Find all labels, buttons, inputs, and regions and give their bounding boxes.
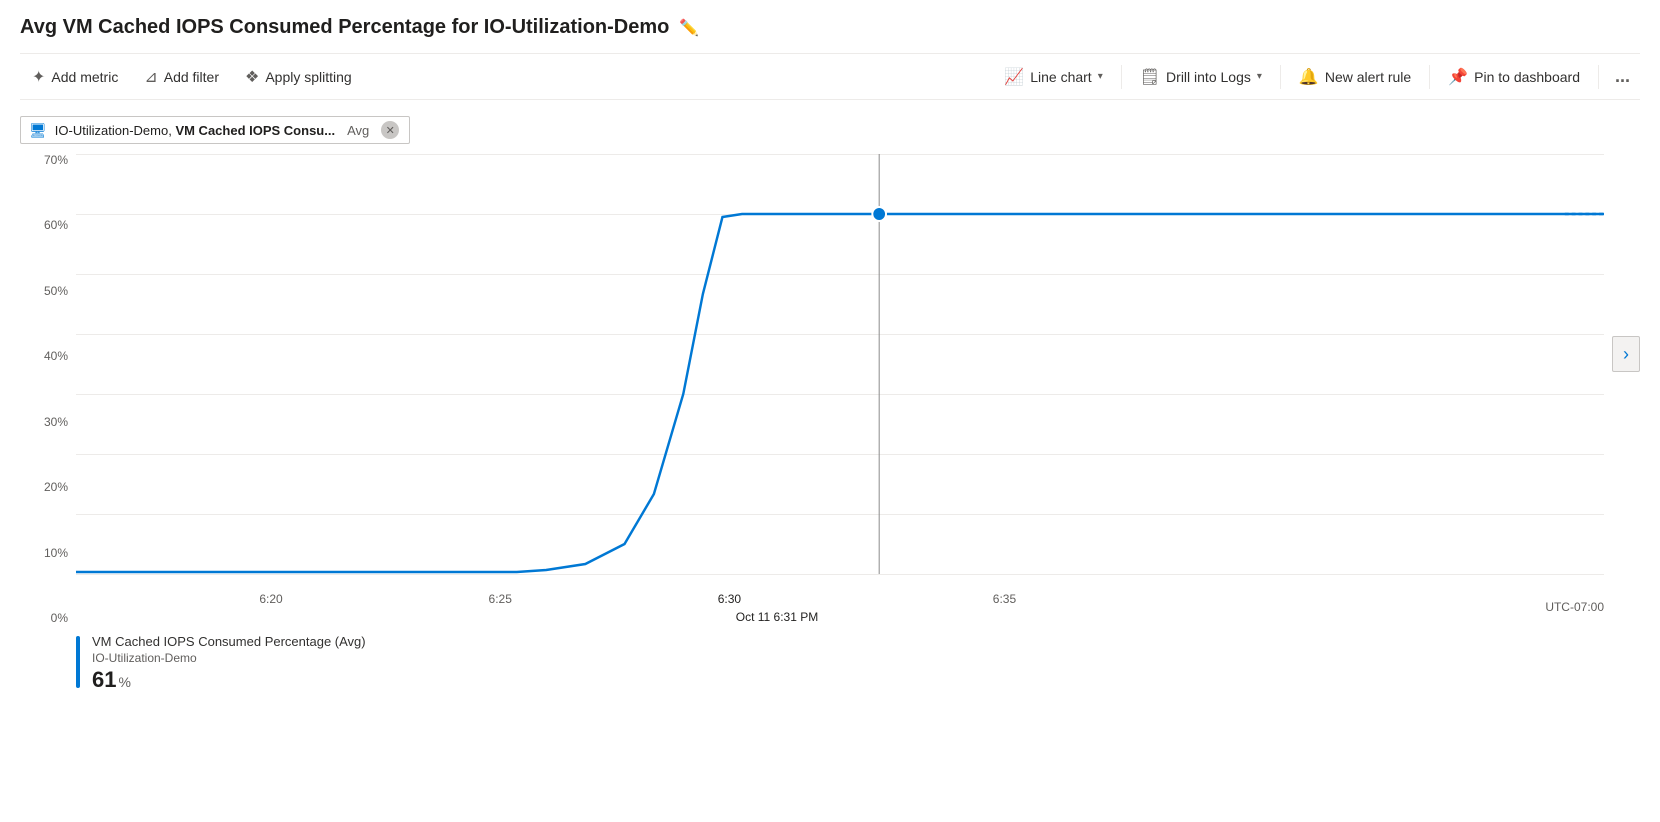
pin-to-dashboard-button[interactable]: 📌 Pin to dashboard bbox=[1436, 61, 1592, 93]
legend-value: 61 % bbox=[92, 667, 366, 693]
edit-title-icon[interactable]: ✏️ bbox=[679, 18, 699, 38]
pin-to-dashboard-icon: 📌 bbox=[1448, 67, 1468, 87]
drill-into-logs-icon: 🗒 bbox=[1140, 67, 1160, 87]
expand-icon: › bbox=[1623, 344, 1629, 365]
chart-svg bbox=[76, 154, 1604, 574]
line-chart-label: Line chart bbox=[1030, 69, 1091, 85]
separator-1 bbox=[1121, 65, 1122, 89]
metric-tags-row: 🖥 IO-Utilization-Demo, VM Cached IOPS Co… bbox=[20, 116, 1640, 144]
active-datetime-label: Oct 11 6:31 PM bbox=[736, 610, 818, 624]
x-label-620: 6:20 bbox=[259, 592, 282, 606]
x-label-635: 6:35 bbox=[993, 592, 1016, 606]
new-alert-rule-label: New alert rule bbox=[1325, 69, 1411, 85]
metric-tag-resource: IO-Utilization-Demo, VM Cached IOPS Cons… bbox=[55, 123, 335, 138]
apply-splitting-button[interactable]: ❖ Apply splitting bbox=[233, 61, 364, 93]
drill-logs-chevron: ▾ bbox=[1257, 71, 1262, 82]
chart-container: 70% 60% 50% 40% 30% 20% 10% 0% bbox=[20, 154, 1640, 624]
y-label-50: 50% bbox=[44, 285, 68, 297]
add-filter-icon: ⊿ bbox=[144, 67, 157, 87]
x-label-active: Oct 11 6:31 PM 6:30 bbox=[718, 592, 741, 606]
new-alert-rule-button[interactable]: 🔔 New alert rule bbox=[1287, 61, 1423, 93]
separator-2 bbox=[1280, 65, 1281, 89]
legend-value-unit: % bbox=[118, 674, 130, 690]
y-label-0: 0% bbox=[51, 612, 68, 624]
page-title: Avg VM Cached IOPS Consumed Percentage f… bbox=[20, 16, 669, 39]
resource-icon: 🖥 bbox=[29, 122, 47, 139]
metric-tag-close-button[interactable]: ✕ bbox=[381, 121, 399, 139]
add-filter-label: Add filter bbox=[164, 69, 219, 85]
separator-4 bbox=[1598, 65, 1599, 89]
toolbar-left: ✦ Add metric ⊿ Add filter ❖ Apply splitt… bbox=[20, 61, 992, 93]
add-metric-label: Add metric bbox=[51, 69, 118, 85]
y-label-60: 60% bbox=[44, 219, 68, 231]
pin-to-dashboard-label: Pin to dashboard bbox=[1474, 69, 1580, 85]
add-metric-button[interactable]: ✦ Add metric bbox=[20, 61, 130, 93]
line-chart-chevron: ▾ bbox=[1098, 71, 1103, 82]
metric-name-text: VM Cached IOPS Consu... bbox=[175, 123, 335, 138]
chart-line bbox=[76, 214, 1604, 572]
apply-splitting-label: Apply splitting bbox=[265, 69, 351, 85]
grid-line-0 bbox=[76, 574, 1604, 575]
legend-color-bar bbox=[76, 636, 80, 688]
add-metric-icon: ✦ bbox=[32, 67, 45, 87]
more-options-button[interactable]: ... bbox=[1605, 60, 1640, 93]
utc-label: UTC-07:00 bbox=[1545, 600, 1604, 614]
more-options-label: ... bbox=[1615, 66, 1630, 87]
line-chart-button[interactable]: 📈 Line chart ▾ bbox=[992, 61, 1114, 93]
y-axis: 70% 60% 50% 40% 30% 20% 10% 0% bbox=[20, 154, 76, 624]
toolbar-right: 📈 Line chart ▾ 🗒 Drill into Logs ▾ 🔔 New… bbox=[992, 60, 1640, 93]
y-label-40: 40% bbox=[44, 350, 68, 362]
expand-chart-button[interactable]: › bbox=[1612, 336, 1640, 372]
line-chart-icon: 📈 bbox=[1004, 67, 1024, 87]
add-filter-button[interactable]: ⊿ Add filter bbox=[132, 61, 231, 93]
apply-splitting-icon: ❖ bbox=[245, 67, 259, 87]
chart-svg-wrapper bbox=[76, 154, 1604, 574]
metric-tag: 🖥 IO-Utilization-Demo, VM Cached IOPS Co… bbox=[20, 116, 410, 144]
title-row: Avg VM Cached IOPS Consumed Percentage f… bbox=[20, 16, 1640, 39]
legend-area: VM Cached IOPS Consumed Percentage (Avg)… bbox=[20, 624, 1640, 693]
y-label-70: 70% bbox=[44, 154, 68, 166]
y-label-10: 10% bbox=[44, 547, 68, 559]
legend-metric-name: VM Cached IOPS Consumed Percentage (Avg) bbox=[92, 634, 366, 649]
new-alert-rule-icon: 🔔 bbox=[1299, 67, 1319, 87]
y-label-20: 20% bbox=[44, 481, 68, 493]
y-label-30: 30% bbox=[44, 416, 68, 428]
resource-name-text: IO-Utilization-Demo, bbox=[55, 123, 172, 138]
page-container: Avg VM Cached IOPS Consumed Percentage f… bbox=[0, 0, 1660, 693]
data-point bbox=[872, 207, 886, 221]
drill-into-logs-button[interactable]: 🗒 Drill into Logs ▾ bbox=[1128, 61, 1274, 93]
legend-value-number: 61 bbox=[92, 667, 116, 693]
drill-into-logs-label: Drill into Logs bbox=[1166, 69, 1251, 85]
legend-resource-name: IO-Utilization-Demo bbox=[92, 651, 366, 665]
x-label-625: 6:25 bbox=[489, 592, 512, 606]
legend-text: VM Cached IOPS Consumed Percentage (Avg)… bbox=[92, 634, 366, 693]
toolbar: ✦ Add metric ⊿ Add filter ❖ Apply splitt… bbox=[20, 53, 1640, 100]
separator-3 bbox=[1429, 65, 1430, 89]
aggregation-text: Avg bbox=[347, 123, 369, 138]
